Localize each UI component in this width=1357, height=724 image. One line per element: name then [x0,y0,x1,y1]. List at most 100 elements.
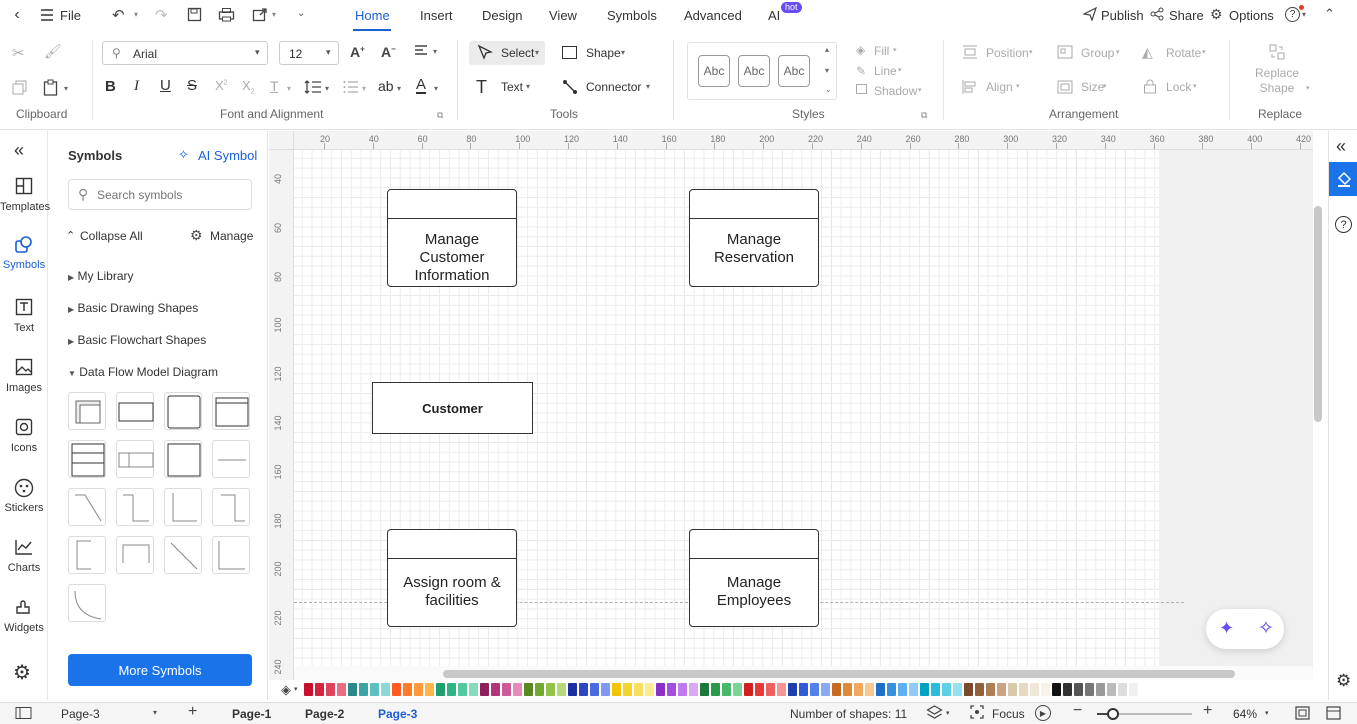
font-dialog-launcher-icon[interactable]: ⧉ [437,110,443,121]
rotate-dropdown-icon[interactable]: ▾ [1202,48,1206,56]
color-swatch[interactable] [304,683,313,696]
text-dropdown-icon[interactable]: ▾ [526,82,530,91]
color-swatch[interactable] [898,683,907,696]
library-data-flow[interactable]: ▼ Data Flow Model Diagram [68,365,218,379]
symbol-thumbnail[interactable] [116,536,154,574]
color-swatch[interactable] [689,683,698,696]
file-menu[interactable]: File [60,8,81,23]
tab-view[interactable]: View [549,8,577,23]
text-case-dropdown-icon[interactable]: ▾ [287,84,291,93]
increase-font-icon[interactable]: A+ [350,44,365,60]
fill-button[interactable]: Fill [874,44,889,58]
more-quick-access-icon[interactable]: ⌄ [297,8,305,19]
zoom-dropdown-icon[interactable]: ▾ [1265,709,1269,717]
save-icon[interactable] [187,7,202,25]
library-basic-drawing[interactable]: ▶ Basic Drawing Shapes [68,301,198,315]
connector-dropdown-icon[interactable]: ▾ [646,82,650,91]
fill-bucket-icon[interactable]: ◈ [281,682,291,698]
nav-text[interactable]: Text [0,298,48,334]
color-swatch[interactable] [1107,683,1116,696]
style-swatch[interactable]: Abc [698,55,730,87]
focus-button[interactable]: Focus [992,707,1025,721]
library-my-library[interactable]: ▶ My Library [68,269,134,283]
vertical-scrollbar-thumb[interactable] [1314,206,1322,422]
color-swatch[interactable] [1085,683,1094,696]
tab-ai[interactable]: AI [768,8,780,23]
zoom-out-icon[interactable]: − [1073,702,1082,720]
nav-widgets[interactable]: Widgets [0,598,48,634]
superscript-icon[interactable]: X2 [215,78,228,93]
color-swatch[interactable] [1041,683,1050,696]
text-highlight-icon[interactable]: ab [378,78,394,94]
symbol-thumbnail[interactable] [164,392,202,430]
symbol-thumbnail[interactable] [212,536,250,574]
color-swatch[interactable] [436,683,445,696]
align-dropdown-icon[interactable]: ▾ [433,47,437,56]
fit-page-icon[interactable] [1295,706,1310,723]
color-swatch[interactable] [337,683,346,696]
subscript-icon[interactable]: X2 [242,78,255,96]
color-swatch[interactable] [601,683,610,696]
line-button[interactable]: Line [874,64,897,78]
color-swatch[interactable] [799,683,808,696]
collapse-all-button[interactable]: Collapse All [80,229,143,243]
process-shape-assign-room[interactable]: Assign room & facilities [387,529,517,627]
page-select-dropdown-icon[interactable]: ▾ [153,708,157,717]
color-swatch[interactable] [1019,683,1028,696]
color-swatch[interactable] [447,683,456,696]
more-symbols-button[interactable]: More Symbols [68,654,252,686]
color-swatch[interactable] [810,683,819,696]
color-swatch[interactable] [755,683,764,696]
format-painter-icon[interactable]: 🖌 [44,43,62,60]
color-swatch[interactable] [524,683,533,696]
page-tab[interactable]: Page-2 [305,707,344,721]
symbol-thumbnail[interactable] [68,392,106,430]
help-icon[interactable]: ? [1335,216,1352,233]
color-swatch[interactable] [1074,683,1083,696]
tab-symbols[interactable]: Symbols [607,8,657,23]
color-swatch[interactable] [700,683,709,696]
symbol-thumbnail[interactable] [68,584,106,622]
color-swatch[interactable] [502,683,511,696]
add-page-icon[interactable]: + [188,703,197,721]
page-tab-active[interactable]: Page-3 [378,707,417,721]
tab-insert[interactable]: Insert [420,8,453,23]
redo-icon[interactable]: ↷ [155,6,168,24]
color-swatch[interactable] [909,683,918,696]
color-swatch[interactable] [414,683,423,696]
process-shape-manage-employees[interactable]: Manage Employees [689,529,819,627]
color-swatch[interactable] [1008,683,1017,696]
color-swatch[interactable] [623,683,632,696]
ai-symbol-button[interactable]: AI Symbol [198,148,257,163]
color-swatch[interactable] [1063,683,1072,696]
scroll-up-icon[interactable]: ▴ [825,45,829,54]
shadow-button[interactable]: Shadow [874,84,917,98]
color-swatch[interactable] [667,683,676,696]
tab-home[interactable]: Home [355,8,390,23]
export-dropdown-icon[interactable]: ▾ [272,10,276,19]
play-presentation-icon[interactable]: ▶ [1035,705,1051,721]
color-swatch[interactable] [579,683,588,696]
color-swatch[interactable] [458,683,467,696]
rotate-button[interactable]: Rotate [1166,46,1201,60]
color-swatch[interactable] [953,683,962,696]
color-swatch[interactable] [359,683,368,696]
symbol-thumbnail[interactable] [68,440,106,478]
color-swatch[interactable] [942,683,951,696]
scroll-down-icon[interactable]: ▾ [825,66,829,75]
size-dropdown-icon[interactable]: ▾ [1103,82,1107,90]
expand-right-panel-icon[interactable]: « [1336,136,1346,157]
ai-sparkle-icon[interactable]: ✧ [1258,617,1274,640]
symbol-thumbnail[interactable] [116,392,154,430]
select-tool-button[interactable]: Select ▾ [469,41,545,65]
zoom-level[interactable]: 64% [1233,707,1257,721]
color-swatch[interactable] [744,683,753,696]
shape-dropdown-icon[interactable]: ▾ [621,48,625,57]
help-dropdown-icon[interactable]: ▾ [1302,10,1306,19]
nav-symbols[interactable]: Symbols [0,235,48,271]
font-color-dropdown-icon[interactable]: ▾ [434,84,438,93]
color-swatch[interactable] [612,683,621,696]
shape-tool-button[interactable]: Shape [586,46,621,60]
page-select[interactable]: Page-3 [61,707,100,721]
color-swatch[interactable] [931,683,940,696]
